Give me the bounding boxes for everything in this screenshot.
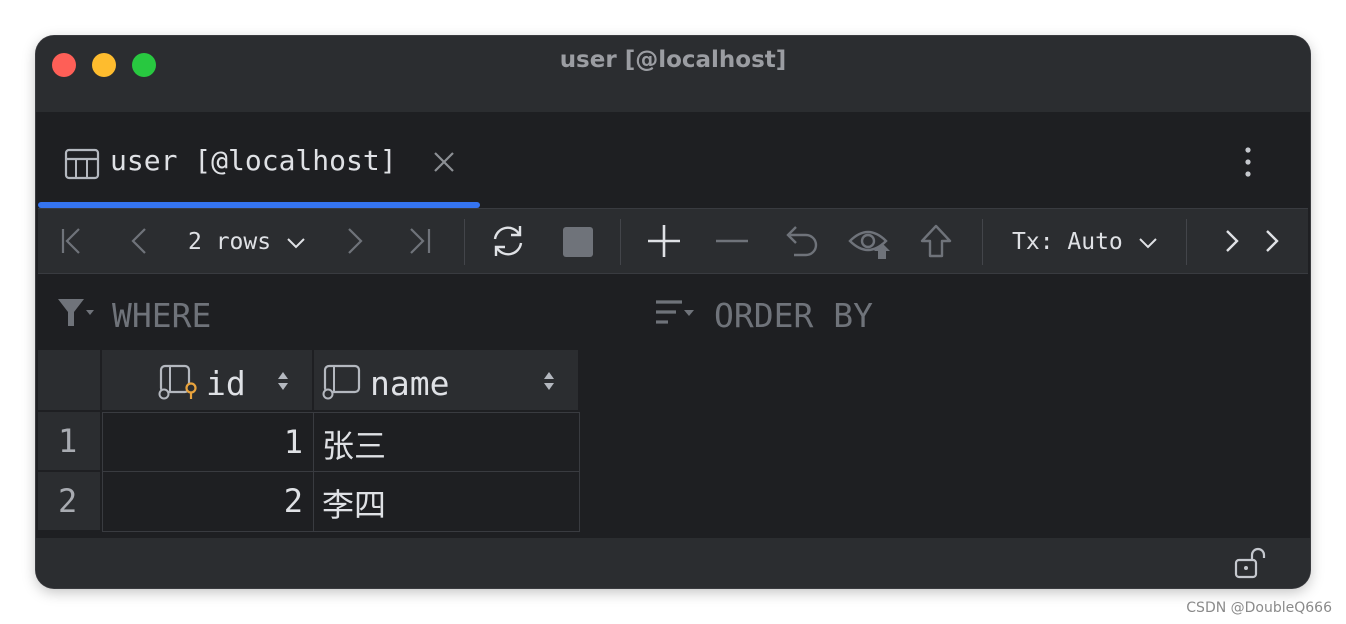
more-options-icon[interactable] — [1244, 146, 1252, 182]
tab-label: user [@localhost] — [110, 144, 397, 177]
chevron-down-icon — [287, 237, 305, 248]
column-header-label: name — [370, 364, 450, 403]
cell-name[interactable]: 张三 — [313, 412, 580, 472]
revert-icon[interactable] — [782, 223, 820, 263]
status-bar — [36, 538, 1310, 588]
stop-icon[interactable] — [562, 223, 594, 263]
first-page-icon[interactable] — [58, 223, 84, 263]
transaction-mode-label: Tx: Auto — [1012, 229, 1123, 255]
data-toolbar: 2 rows Tx: Auto — [38, 208, 1308, 274]
row-number[interactable]: 1 — [38, 412, 100, 470]
toolbar-separator — [620, 219, 621, 265]
toolbar-separator — [982, 219, 983, 265]
cell-value: 张三 — [322, 427, 387, 465]
column-header-label: id — [206, 364, 246, 403]
app-window: user [@localhost] user [@localhost] 2 ro… — [36, 36, 1310, 588]
window-title: user [@localhost] — [559, 47, 787, 73]
delete-row-icon[interactable] — [714, 223, 750, 263]
sort-icon[interactable] — [654, 298, 696, 332]
unlock-icon[interactable] — [1232, 546, 1270, 584]
chevron-down-icon — [1138, 237, 1157, 248]
sort-toggle-icon[interactable] — [276, 370, 290, 396]
refresh-icon[interactable] — [486, 223, 530, 263]
order-by-input[interactable]: ORDER BY — [714, 296, 873, 335]
submit-icon[interactable] — [920, 223, 952, 263]
cell-id[interactable]: 1 — [102, 412, 314, 472]
next-page-icon[interactable] — [342, 223, 368, 263]
row-number-header — [38, 350, 100, 410]
transaction-mode-dropdown[interactable]: Tx: Auto — [1012, 229, 1159, 255]
watermark: CSDN @DoubleQ666 — [1186, 600, 1332, 616]
row-number-label: 1 — [58, 422, 78, 460]
toolbar-separator — [1186, 219, 1187, 265]
cell-name[interactable]: 李四 — [313, 471, 580, 532]
add-row-icon[interactable] — [646, 223, 682, 263]
editor-tab-bar: user [@localhost] — [36, 112, 1310, 208]
toolbar-separator — [464, 219, 465, 265]
close-tab-icon[interactable] — [432, 150, 456, 178]
filter-icon[interactable] — [56, 296, 96, 334]
rows-count-label: 2 rows — [188, 229, 272, 255]
primary-key-column-icon — [158, 364, 200, 404]
filter-bar: WHERE ORDER BY — [36, 274, 1310, 350]
cell-value: 2 — [283, 482, 303, 520]
rows-count-dropdown[interactable]: 2 rows — [188, 229, 307, 255]
chevron-right-icon[interactable] — [1262, 223, 1282, 263]
title-bar: user [@localhost] — [36, 36, 1310, 112]
table-icon — [64, 148, 100, 184]
column-header-id[interactable]: id — [102, 350, 312, 410]
row-number[interactable]: 2 — [38, 472, 100, 530]
where-filter-input[interactable]: WHERE — [112, 296, 211, 335]
chevron-right-icon[interactable] — [1222, 223, 1242, 263]
view-icon[interactable] — [848, 223, 892, 263]
cell-value: 1 — [283, 423, 303, 461]
column-icon — [322, 364, 364, 404]
column-header-name[interactable]: name — [314, 350, 578, 410]
cell-value: 李四 — [322, 486, 387, 524]
previous-page-icon[interactable] — [126, 223, 152, 263]
row-number-label: 2 — [58, 482, 78, 520]
sort-toggle-icon[interactable] — [542, 370, 556, 396]
cell-id[interactable]: 2 — [102, 471, 314, 532]
last-page-icon[interactable] — [406, 223, 434, 263]
